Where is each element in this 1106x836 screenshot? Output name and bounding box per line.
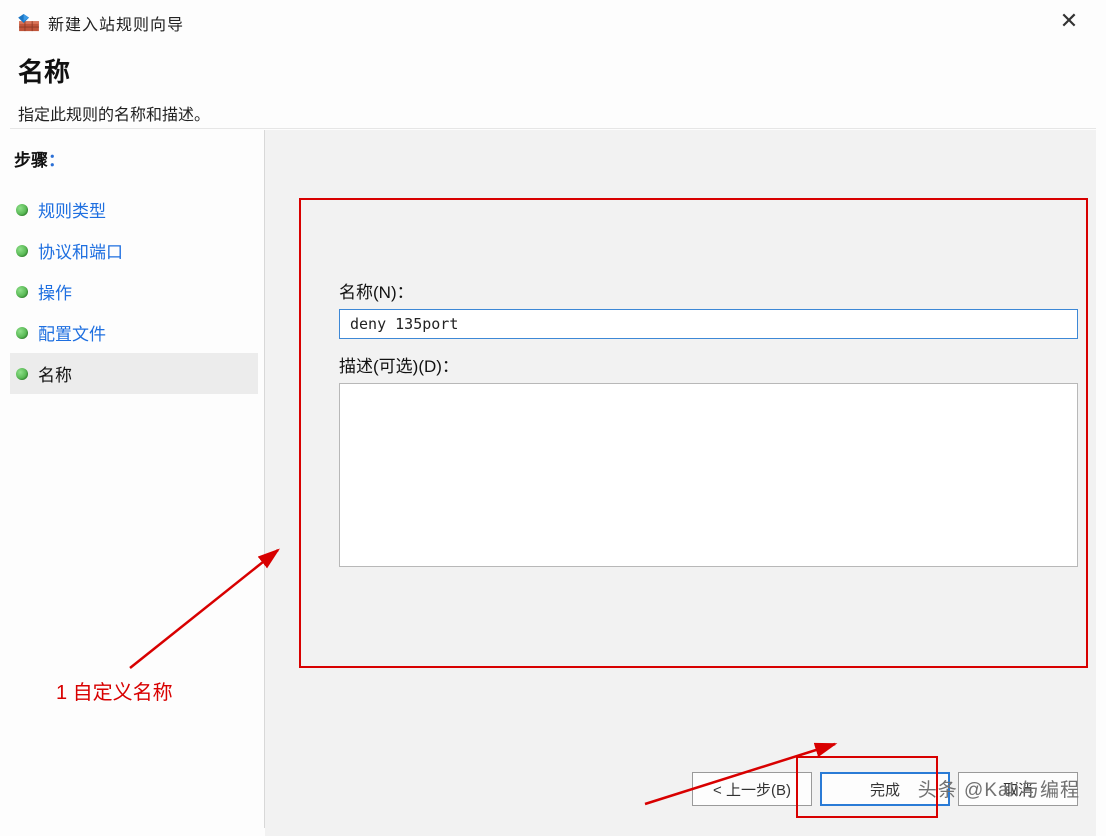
name-label: 名称(N)： [339,278,1078,303]
main-panel: 名称(N)： 描述(可选)(D)： < 上一步(B) 完成 取消 [265,130,1096,836]
wizard-buttons: < 上一步(B) 完成 取消 [692,772,1078,806]
close-icon[interactable]: ✕ [1052,8,1086,34]
page-title: 名称 [18,52,1088,89]
wizard-header: 名称 指定此规则的名称和描述。 [18,52,1088,125]
steps-sidebar: 步骤： 规则类型 协议和端口 操作 配置文件 名称 [10,140,258,394]
step-label: 规则类型 [38,197,106,222]
step-label: 配置文件 [38,320,106,345]
step-rule-type[interactable]: 规则类型 [10,189,258,230]
annotation-text-1: 1 自定义名称 [56,676,173,705]
description-field-block: 描述(可选)(D)： [339,352,1078,572]
steps-heading: 步骤： [14,146,258,171]
annotation-arrow-1 [110,538,290,678]
back-button[interactable]: < 上一步(B) [692,772,812,806]
bullet-icon [16,286,28,298]
titlebar: 新建入站规则向导 ✕ [18,8,1094,38]
wizard-window: 新建入站规则向导 ✕ 名称 指定此规则的名称和描述。 步骤： 规则类型 协议和端… [0,0,1106,836]
firewall-icon [18,14,40,32]
name-input[interactable] [339,309,1078,339]
finish-button[interactable]: 完成 [820,772,950,806]
step-label: 名称 [38,361,72,386]
step-label: 协议和端口 [38,238,123,263]
bullet-icon [16,245,28,257]
page-subtitle: 指定此规则的名称和描述。 [18,101,1088,125]
name-field-block: 名称(N)： [339,278,1078,339]
step-profile[interactable]: 配置文件 [10,312,258,353]
step-name[interactable]: 名称 [10,353,258,394]
step-protocol-ports[interactable]: 协议和端口 [10,230,258,271]
description-input[interactable] [339,383,1078,567]
description-label: 描述(可选)(D)： [339,352,1078,377]
cancel-button[interactable]: 取消 [958,772,1078,806]
bullet-icon [16,204,28,216]
bullet-icon [16,368,28,380]
divider [10,128,1096,129]
window-title: 新建入站规则向导 [48,11,184,35]
bullet-icon [16,327,28,339]
step-action[interactable]: 操作 [10,271,258,312]
step-label: 操作 [38,279,72,304]
